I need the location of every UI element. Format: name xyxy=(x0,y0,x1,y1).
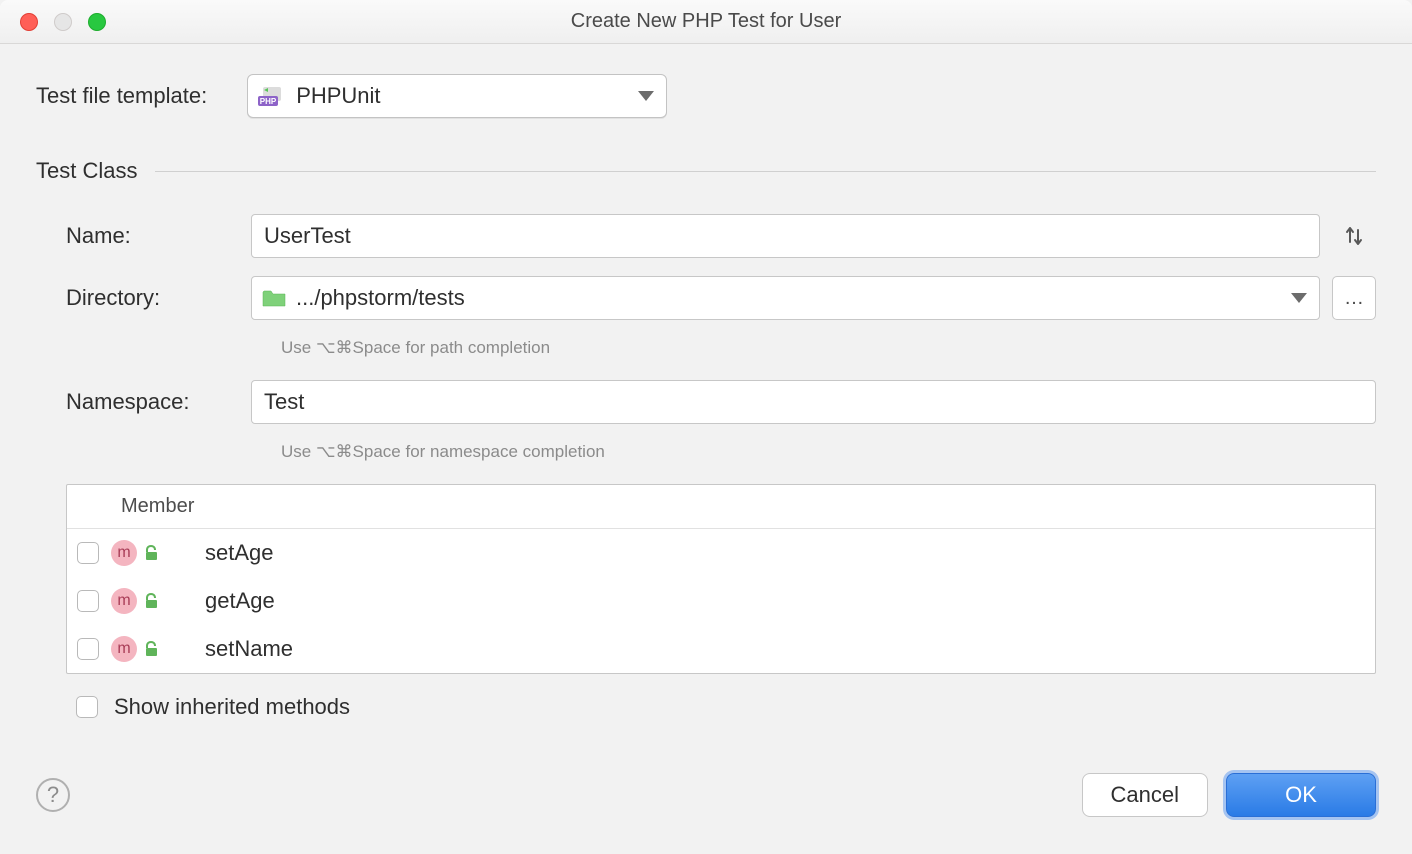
member-row[interactable]: m setAge xyxy=(67,529,1375,577)
method-icon: m xyxy=(111,540,137,566)
member-row[interactable]: m getAge xyxy=(67,577,1375,625)
phpunit-icon: PHP xyxy=(258,85,288,107)
namespace-row: Namespace: xyxy=(66,380,1376,424)
swap-order-button[interactable] xyxy=(1332,214,1376,258)
name-input[interactable] xyxy=(251,214,1320,258)
namespace-hint: Use ⌥⌘Space for namespace completion xyxy=(281,442,1376,462)
ellipsis-icon: … xyxy=(1344,287,1364,310)
members-header-label: Member xyxy=(121,495,194,518)
section-header: Test Class xyxy=(36,158,1376,184)
lock-open-icon xyxy=(143,592,161,610)
name-row: Name: xyxy=(66,214,1376,258)
member-name: setAge xyxy=(205,540,274,566)
window-title: Create New PHP Test for User xyxy=(0,10,1412,33)
method-icon: m xyxy=(111,636,137,662)
member-checkbox[interactable] xyxy=(77,590,99,612)
directory-hint: Use ⌥⌘Space for path completion xyxy=(281,338,1376,358)
browse-button[interactable]: … xyxy=(1332,276,1376,320)
zoom-icon[interactable] xyxy=(88,13,106,31)
folder-icon xyxy=(262,288,286,308)
namespace-label: Namespace: xyxy=(66,389,251,415)
namespace-input[interactable] xyxy=(251,380,1376,424)
chevron-down-icon xyxy=(638,91,654,101)
form-area: Name: Directory: ... xyxy=(36,214,1376,720)
directory-value: .../phpstorm/tests xyxy=(296,285,1291,311)
directory-combo[interactable]: .../phpstorm/tests xyxy=(251,276,1320,320)
minimize-icon[interactable] xyxy=(54,13,72,31)
help-icon: ? xyxy=(47,782,59,808)
member-name: setName xyxy=(205,636,293,662)
directory-label: Directory: xyxy=(66,285,251,311)
close-icon[interactable] xyxy=(20,13,38,31)
member-row[interactable]: m setName xyxy=(67,625,1375,673)
chevron-down-icon xyxy=(1291,293,1307,303)
lock-open-icon xyxy=(143,640,161,658)
name-label: Name: xyxy=(66,223,251,249)
show-inherited-label: Show inherited methods xyxy=(114,694,350,720)
cancel-label: Cancel xyxy=(1111,782,1179,808)
members-table: Member m setAge m getAge xyxy=(66,484,1376,674)
ok-button[interactable]: OK xyxy=(1226,773,1376,817)
template-label: Test file template: xyxy=(36,83,207,109)
member-checkbox[interactable] xyxy=(77,638,99,660)
members-header: Member xyxy=(67,485,1375,529)
template-row: Test file template: PHP PHPUnit xyxy=(36,74,1376,118)
show-inherited-checkbox[interactable] xyxy=(76,696,98,718)
footer: ? Cancel OK xyxy=(0,764,1412,854)
method-icon: m xyxy=(111,588,137,614)
directory-row: Directory: .../phpstorm/tests … xyxy=(66,276,1376,320)
section-title: Test Class xyxy=(36,158,137,184)
template-value: PHPUnit xyxy=(296,83,638,109)
swap-arrows-icon xyxy=(1343,225,1365,247)
template-select[interactable]: PHP PHPUnit xyxy=(247,74,667,118)
svg-text:PHP: PHP xyxy=(260,97,277,106)
help-button[interactable]: ? xyxy=(36,778,70,812)
lock-open-icon xyxy=(143,544,161,562)
member-name: getAge xyxy=(205,588,275,614)
show-inherited-row: Show inherited methods xyxy=(66,674,1376,720)
titlebar: Create New PHP Test for User xyxy=(0,0,1412,44)
ok-label: OK xyxy=(1285,782,1317,808)
window-controls xyxy=(20,13,106,31)
cancel-button[interactable]: Cancel xyxy=(1082,773,1208,817)
dialog-window: Create New PHP Test for User Test file t… xyxy=(0,0,1412,854)
member-checkbox[interactable] xyxy=(77,542,99,564)
section-divider xyxy=(155,171,1376,172)
content-area: Test file template: PHP PHPUnit Test Cla… xyxy=(0,44,1412,764)
